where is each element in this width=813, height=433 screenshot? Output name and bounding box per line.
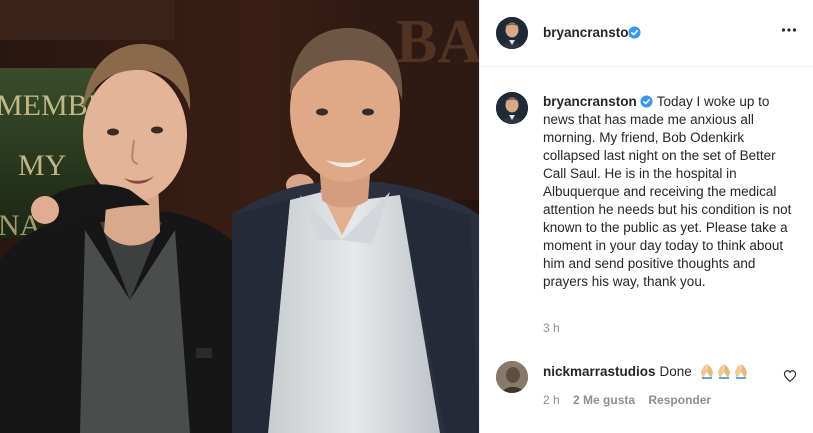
- post-photo[interactable]: MEMBE MY NA BA: [0, 0, 479, 433]
- commenter-avatar[interactable]: [496, 361, 528, 393]
- instagram-post: MEMBE MY NA BA bryancranston bryancranst…: [0, 0, 813, 433]
- reply-button[interactable]: Responder: [648, 393, 711, 407]
- folded-hands-emoji: [734, 364, 747, 379]
- comment-body: nickmarrastudios Done: [543, 363, 750, 381]
- comment-meta: 2 h 2 Me gusta Responder: [543, 393, 721, 407]
- photo-illustration: MEMBE MY NA BA: [0, 0, 479, 433]
- more-horizontal-icon: [781, 28, 797, 32]
- verified-badge-icon: [628, 26, 641, 39]
- author-avatar[interactable]: [496, 17, 528, 49]
- avatar-image: [496, 17, 528, 49]
- comment-text: Done: [659, 364, 692, 379]
- comment-likes-count[interactable]: 2 Me gusta: [573, 393, 635, 407]
- caption-body: bryancranston Today I woke up to news th…: [543, 93, 801, 291]
- verified-badge-icon: [640, 95, 653, 108]
- caption-username[interactable]: bryancranston: [543, 94, 637, 109]
- comment-item: nickmarrastudios Done 2 h 2 Me gusta Res…: [496, 361, 801, 411]
- commenter-username[interactable]: nickmarrastudios: [543, 364, 656, 379]
- backdrop-text: BA: [396, 8, 479, 76]
- caption-author-avatar[interactable]: [496, 92, 528, 124]
- caption-text: Today I woke up to news that has made me…: [543, 94, 792, 289]
- poster-text-2: MY: [18, 149, 66, 182]
- more-options-button[interactable]: [781, 22, 797, 43]
- post-timestamp[interactable]: 3 h: [543, 321, 560, 335]
- avatar-image: [496, 361, 528, 393]
- comment-timestamp[interactable]: 2 h: [543, 393, 560, 407]
- post-side-panel: bryancranston bryancranston Today I woke…: [479, 0, 813, 433]
- folded-hands-emoji: [717, 364, 730, 379]
- avatar-image: [496, 92, 528, 124]
- heart-outline-icon[interactable]: [783, 369, 797, 383]
- post-header: bryancranston: [480, 0, 813, 67]
- folded-hands-emoji: [700, 364, 713, 379]
- author-username[interactable]: bryancranston: [543, 25, 637, 40]
